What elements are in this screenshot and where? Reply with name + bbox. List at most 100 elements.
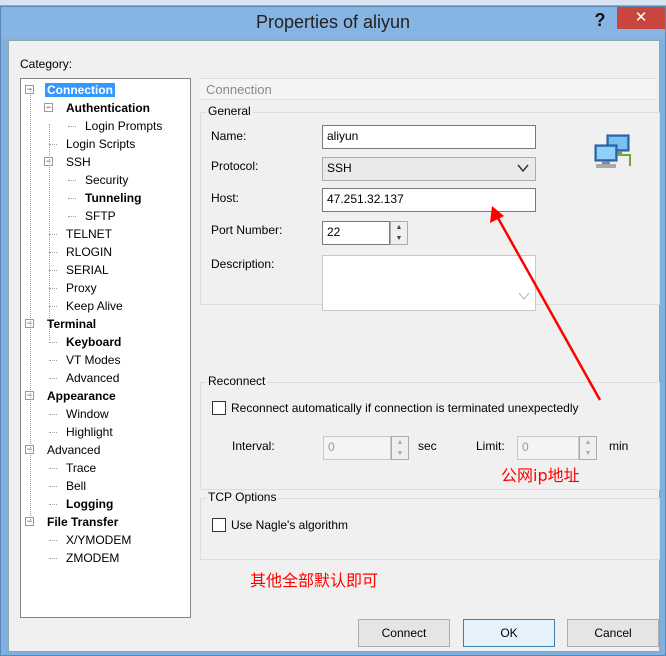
properties-dialog: Properties of aliyun ? ✕ Category: Conne… xyxy=(0,6,666,656)
title-bar: Properties of aliyun ? ✕ xyxy=(1,7,665,39)
tree-item-label: Logging xyxy=(66,497,114,511)
annotation-public-ip: 公网ip地址 xyxy=(501,466,580,485)
tree-connector xyxy=(49,558,57,559)
tree-item-login-prompts[interactable]: Login Prompts xyxy=(83,117,164,135)
interval-input[interactable]: 0 xyxy=(323,436,391,460)
window-title: Properties of aliyun xyxy=(255,12,411,32)
tree-item-label: SSH xyxy=(66,155,91,169)
description-textarea[interactable] xyxy=(322,255,536,311)
tree-item-window[interactable]: Window xyxy=(64,405,111,423)
tree-item-label: Bell xyxy=(66,479,87,493)
tree-item-authentication[interactable]: Authentication xyxy=(64,99,152,117)
tree-connector xyxy=(49,252,57,253)
tree-item-label: SFTP xyxy=(85,209,116,223)
spin-down-icon[interactable]: ▼ xyxy=(392,448,408,459)
tree-item-label: Authentication xyxy=(66,101,150,115)
spin-up-icon[interactable]: ▲ xyxy=(580,437,596,448)
port-spinner[interactable]: ▲ ▼ xyxy=(390,221,408,245)
tree-connector xyxy=(49,124,50,340)
tree-item-ssh[interactable]: SSH xyxy=(64,153,93,171)
tree-connector xyxy=(49,234,57,235)
tree-item-file-transfer[interactable]: File Transfer xyxy=(45,513,120,531)
tree-item-terminal[interactable]: Terminal xyxy=(45,315,98,333)
help-button[interactable]: ? xyxy=(586,9,614,31)
tree-item-logging[interactable]: Logging xyxy=(64,495,115,513)
tree-item-label: Advanced xyxy=(47,443,101,457)
tree-item-label: Advanced xyxy=(66,371,120,385)
tree-item-advanced-terminal[interactable]: Advanced xyxy=(64,369,121,387)
tree-item-security[interactable]: Security xyxy=(83,171,130,189)
tcp-options-group-title: TCP Options xyxy=(206,490,279,504)
reconnect-checkbox-label: Reconnect automatically if connection is… xyxy=(231,401,579,415)
tree-item-label: ZMODEM xyxy=(66,551,120,565)
tree-item-label: X/YMODEM xyxy=(66,533,132,547)
connect-button[interactable]: Connect xyxy=(358,619,450,647)
collapse-icon[interactable]: − xyxy=(44,103,53,112)
name-label: Name: xyxy=(211,129,247,143)
tree-connector xyxy=(49,468,57,469)
nagle-checkbox[interactable] xyxy=(212,518,226,532)
tree-item-tunneling[interactable]: Tunneling xyxy=(83,189,143,207)
close-button[interactable]: ✕ xyxy=(617,7,665,29)
tree-item-zmodem[interactable]: ZMODEM xyxy=(64,549,121,567)
spin-up-icon[interactable]: ▲ xyxy=(392,437,408,448)
tree-item-sftp[interactable]: SFTP xyxy=(83,207,118,225)
annotation-defaults: 其他全部默认即可 xyxy=(250,571,379,590)
tree-item-label: Tunneling xyxy=(85,191,142,205)
tree-item-rlogin[interactable]: RLOGIN xyxy=(64,243,114,261)
tree-connector xyxy=(30,88,31,520)
limit-spinner[interactable]: ▲ ▼ xyxy=(579,436,597,460)
nagle-checkbox-label: Use Nagle's algorithm xyxy=(231,518,349,532)
tree-item-advanced[interactable]: Advanced xyxy=(45,441,102,459)
tree-item-proxy[interactable]: Proxy xyxy=(64,279,99,297)
tree-connector xyxy=(49,288,57,289)
reconnect-checkbox[interactable] xyxy=(212,401,226,415)
dialog-client-area: Category: Connection − Authentication − Logi… xyxy=(8,40,660,652)
tree-item-label: Login Prompts xyxy=(85,119,163,133)
tree-item-keep-alive[interactable]: Keep Alive xyxy=(64,297,125,315)
tree-connector xyxy=(68,180,76,181)
tree-connector xyxy=(49,540,57,541)
port-label: Port Number: xyxy=(211,223,283,237)
host-input[interactable]: 47.251.32.137 xyxy=(322,188,536,212)
tree-item-telnet[interactable]: TELNET xyxy=(64,225,114,243)
name-input[interactable]: aliyun xyxy=(322,125,536,149)
chevron-down-icon xyxy=(517,161,529,178)
tree-item-label: Security xyxy=(85,173,129,187)
tree-item-trace[interactable]: Trace xyxy=(64,459,98,477)
tree-item-label: Appearance xyxy=(47,389,116,403)
tree-item-bell[interactable]: Bell xyxy=(64,477,88,495)
protocol-label: Protocol: xyxy=(211,159,259,173)
tree-connector xyxy=(49,486,57,487)
tree-connector xyxy=(49,306,57,307)
limit-input[interactable]: 0 xyxy=(517,436,579,460)
port-input[interactable]: 22 xyxy=(322,221,390,245)
spin-down-icon[interactable]: ▼ xyxy=(580,448,596,459)
spin-down-icon[interactable]: ▼ xyxy=(391,233,407,244)
tree-item-connection[interactable]: Connection xyxy=(45,81,115,99)
limit-unit: min xyxy=(609,439,629,453)
host-label: Host: xyxy=(211,191,240,205)
category-tree[interactable]: Connection − Authentication − Login Prompts L… xyxy=(20,78,191,618)
interval-unit: sec xyxy=(418,439,437,453)
tree-connector xyxy=(49,144,57,145)
tree-connector xyxy=(49,342,57,343)
category-label: Category: xyxy=(20,57,73,71)
tree-connector xyxy=(49,414,57,415)
cancel-button[interactable]: Cancel xyxy=(567,619,659,647)
tree-item-appearance[interactable]: Appearance xyxy=(45,387,118,405)
tree-item-login-scripts[interactable]: Login Scripts xyxy=(64,135,137,153)
tree-item-highlight[interactable]: Highlight xyxy=(64,423,115,441)
tree-connector xyxy=(49,504,57,505)
tree-item-xymodem[interactable]: X/YMODEM xyxy=(64,531,133,549)
protocol-select[interactable]: SSH xyxy=(322,157,536,181)
scroll-down-icon xyxy=(518,290,530,304)
tree-item-vt-modes[interactable]: VT Modes xyxy=(64,351,122,369)
tree-item-label: Window xyxy=(66,407,109,421)
spin-up-icon[interactable]: ▲ xyxy=(391,222,407,233)
tree-item-keyboard[interactable]: Keyboard xyxy=(64,333,123,351)
interval-spinner[interactable]: ▲ ▼ xyxy=(391,436,409,460)
tree-connector xyxy=(49,378,57,379)
ok-button[interactable]: OK xyxy=(463,619,555,647)
tree-item-serial[interactable]: SERIAL xyxy=(64,261,111,279)
